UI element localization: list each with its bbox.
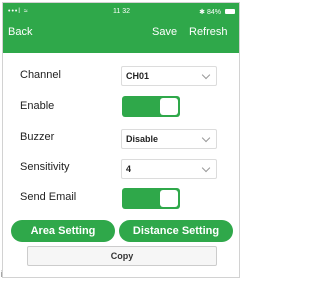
buzzer-select[interactable]: Disable <box>121 129 217 149</box>
chevron-down-icon <box>201 70 211 80</box>
sensitivity-label: Sensitivity <box>20 161 70 173</box>
buzzer-value: Disable <box>126 134 159 144</box>
save-button[interactable]: Save <box>152 26 177 38</box>
battery-icon <box>225 9 235 14</box>
phone-screen: •••l ≈ 11 32 ✱ 84% Back Save Refresh Cha… <box>2 2 240 278</box>
toggle-knob <box>160 98 178 115</box>
battery-percent: ✱ 84% <box>199 9 221 16</box>
send-email-label: Send Email <box>20 191 77 203</box>
signal-icon: •••l ≈ <box>8 8 29 15</box>
top-bar: •••l ≈ 11 32 ✱ 84% Back Save Refresh <box>3 3 239 53</box>
enable-toggle[interactable] <box>122 96 180 117</box>
enable-label: Enable <box>20 100 55 112</box>
distance-setting-button[interactable]: Distance Setting <box>119 220 233 242</box>
chevron-down-icon <box>201 133 211 143</box>
sensitivity-select[interactable]: 4 <box>121 159 217 179</box>
channel-label: Channel <box>20 69 61 81</box>
buzzer-label: Buzzer <box>20 131 55 143</box>
status-time: 11 32 <box>113 8 130 15</box>
copy-button[interactable]: Copy <box>27 246 217 266</box>
channel-select[interactable]: CH01 <box>121 66 217 86</box>
back-button[interactable]: Back <box>8 26 32 38</box>
area-setting-button[interactable]: Area Setting <box>11 220 115 242</box>
channel-value: CH01 <box>126 71 150 81</box>
send-email-toggle[interactable] <box>122 188 180 209</box>
chevron-down-icon <box>201 163 211 173</box>
toggle-knob <box>160 190 178 207</box>
sensitivity-value: 4 <box>126 164 132 174</box>
refresh-button[interactable]: Refresh <box>189 26 228 38</box>
